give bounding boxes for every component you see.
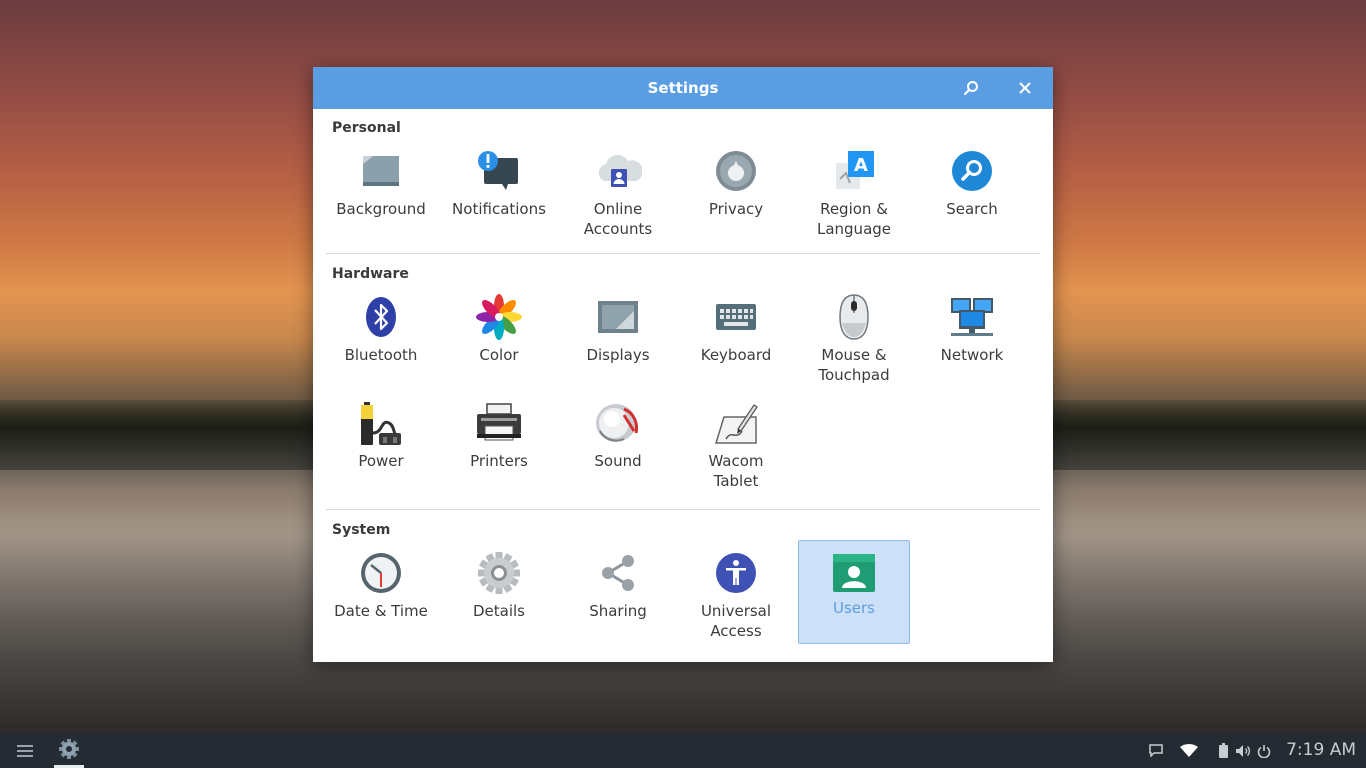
settings-item-search[interactable]: Search xyxy=(917,147,1027,249)
online-accounts-icon xyxy=(594,147,642,195)
settings-item-power[interactable]: Power xyxy=(326,399,436,501)
gear-icon xyxy=(59,739,79,759)
settings-item-mouse-touchpad[interactable]: Mouse & Touchpad xyxy=(799,293,909,395)
accessibility-icon xyxy=(712,549,760,597)
region-language-icon: A xyxy=(830,147,878,195)
settings-item-keyboard[interactable]: Keyboard xyxy=(681,293,791,395)
item-label: Users xyxy=(832,599,875,617)
chat-bubble-icon xyxy=(1149,744,1163,757)
menu-icon xyxy=(17,744,33,757)
item-label: Bluetooth xyxy=(344,346,418,364)
wacom-tablet-icon xyxy=(712,399,760,447)
item-label: Mouse & Touchpad xyxy=(818,346,890,384)
printer-icon xyxy=(475,399,523,447)
keyboard-icon xyxy=(712,293,760,341)
item-label: Sharing xyxy=(589,602,647,620)
item-label: Power xyxy=(358,452,404,470)
settings-item-sound[interactable]: Sound xyxy=(563,399,673,501)
window-title: Settings xyxy=(647,79,719,97)
item-label: Color xyxy=(479,346,519,364)
settings-item-privacy[interactable]: Privacy xyxy=(681,147,791,249)
wifi-tray-button[interactable] xyxy=(1178,733,1200,768)
displays-icon xyxy=(594,293,642,341)
power-tray-button[interactable] xyxy=(1256,733,1272,768)
volume-icon xyxy=(1236,744,1251,757)
background-icon xyxy=(357,147,405,195)
item-label: Region & Language xyxy=(816,200,892,238)
settings-item-online-accounts[interactable]: Online Accounts xyxy=(563,147,673,249)
divider xyxy=(326,253,1040,254)
item-label: Displays xyxy=(586,346,650,364)
settings-item-region-language[interactable]: A Region & Language xyxy=(799,147,909,249)
settings-window: Settings Personal Background Notificatio… xyxy=(313,67,1053,662)
titlebar: Settings xyxy=(313,67,1053,109)
power-icon xyxy=(357,399,405,447)
taskbar-settings-app[interactable] xyxy=(54,733,84,768)
battery-tray-button[interactable] xyxy=(1216,733,1230,768)
search-settings-icon xyxy=(948,147,996,195)
item-label: Network xyxy=(940,346,1004,364)
settings-item-date-time[interactable]: Date & Time xyxy=(326,549,436,651)
clock-icon xyxy=(357,549,405,597)
notifications-icon xyxy=(475,147,523,195)
settings-item-details[interactable]: Details xyxy=(444,549,554,651)
users-icon xyxy=(830,549,878,597)
search-icon xyxy=(963,81,978,96)
item-label: Sound xyxy=(594,452,642,470)
settings-item-network[interactable]: Network xyxy=(917,293,1027,395)
item-label: Online Accounts xyxy=(583,200,653,238)
section-title-personal: Personal xyxy=(332,120,401,136)
settings-item-bluetooth[interactable]: Bluetooth xyxy=(326,293,436,395)
network-icon xyxy=(948,293,996,341)
settings-item-background[interactable]: Background xyxy=(326,147,436,249)
color-icon xyxy=(475,293,523,341)
notifications-tray-button[interactable] xyxy=(1147,733,1165,768)
section-title-hardware: Hardware xyxy=(332,266,409,282)
close-button[interactable] xyxy=(1012,75,1038,101)
share-icon xyxy=(594,549,642,597)
item-label: Printers xyxy=(470,452,528,470)
power-icon xyxy=(1257,744,1271,758)
divider xyxy=(326,509,1040,510)
item-label: Search xyxy=(946,200,998,218)
volume-tray-button[interactable] xyxy=(1234,733,1252,768)
app-menu-button[interactable] xyxy=(14,733,36,768)
wifi-icon xyxy=(1180,743,1198,757)
privacy-icon xyxy=(712,147,760,195)
bluetooth-icon xyxy=(357,293,405,341)
battery-icon xyxy=(1218,743,1228,758)
item-label: Keyboard xyxy=(700,346,772,364)
section-title-system: System xyxy=(332,522,391,538)
item-label: Notifications xyxy=(452,200,546,218)
svg-text:A: A xyxy=(854,155,868,176)
settings-item-notifications[interactable]: Notifications xyxy=(444,147,554,249)
item-label: Details xyxy=(472,602,525,620)
search-button[interactable] xyxy=(958,75,984,101)
item-label: Universal Access xyxy=(700,602,772,640)
settings-item-color[interactable]: Color xyxy=(444,293,554,395)
item-label: Background xyxy=(336,200,426,218)
gear-icon xyxy=(475,549,523,597)
mouse-icon xyxy=(830,293,878,341)
item-label: Wacom Tablet xyxy=(708,452,764,490)
close-icon xyxy=(1019,82,1031,94)
item-label: Privacy xyxy=(708,200,764,218)
settings-item-printers[interactable]: Printers xyxy=(444,399,554,501)
clock[interactable]: 7:19 AM xyxy=(1286,733,1356,768)
settings-item-displays[interactable]: Displays xyxy=(563,293,673,395)
settings-item-users[interactable]: Users xyxy=(798,540,910,644)
settings-item-sharing[interactable]: Sharing xyxy=(563,549,673,651)
settings-item-universal-access[interactable]: Universal Access xyxy=(681,549,791,651)
settings-item-wacom-tablet[interactable]: Wacom Tablet xyxy=(681,399,791,501)
sound-icon xyxy=(594,399,642,447)
taskbar: 7:19 AM xyxy=(0,733,1366,768)
item-label: Date & Time xyxy=(334,602,428,620)
